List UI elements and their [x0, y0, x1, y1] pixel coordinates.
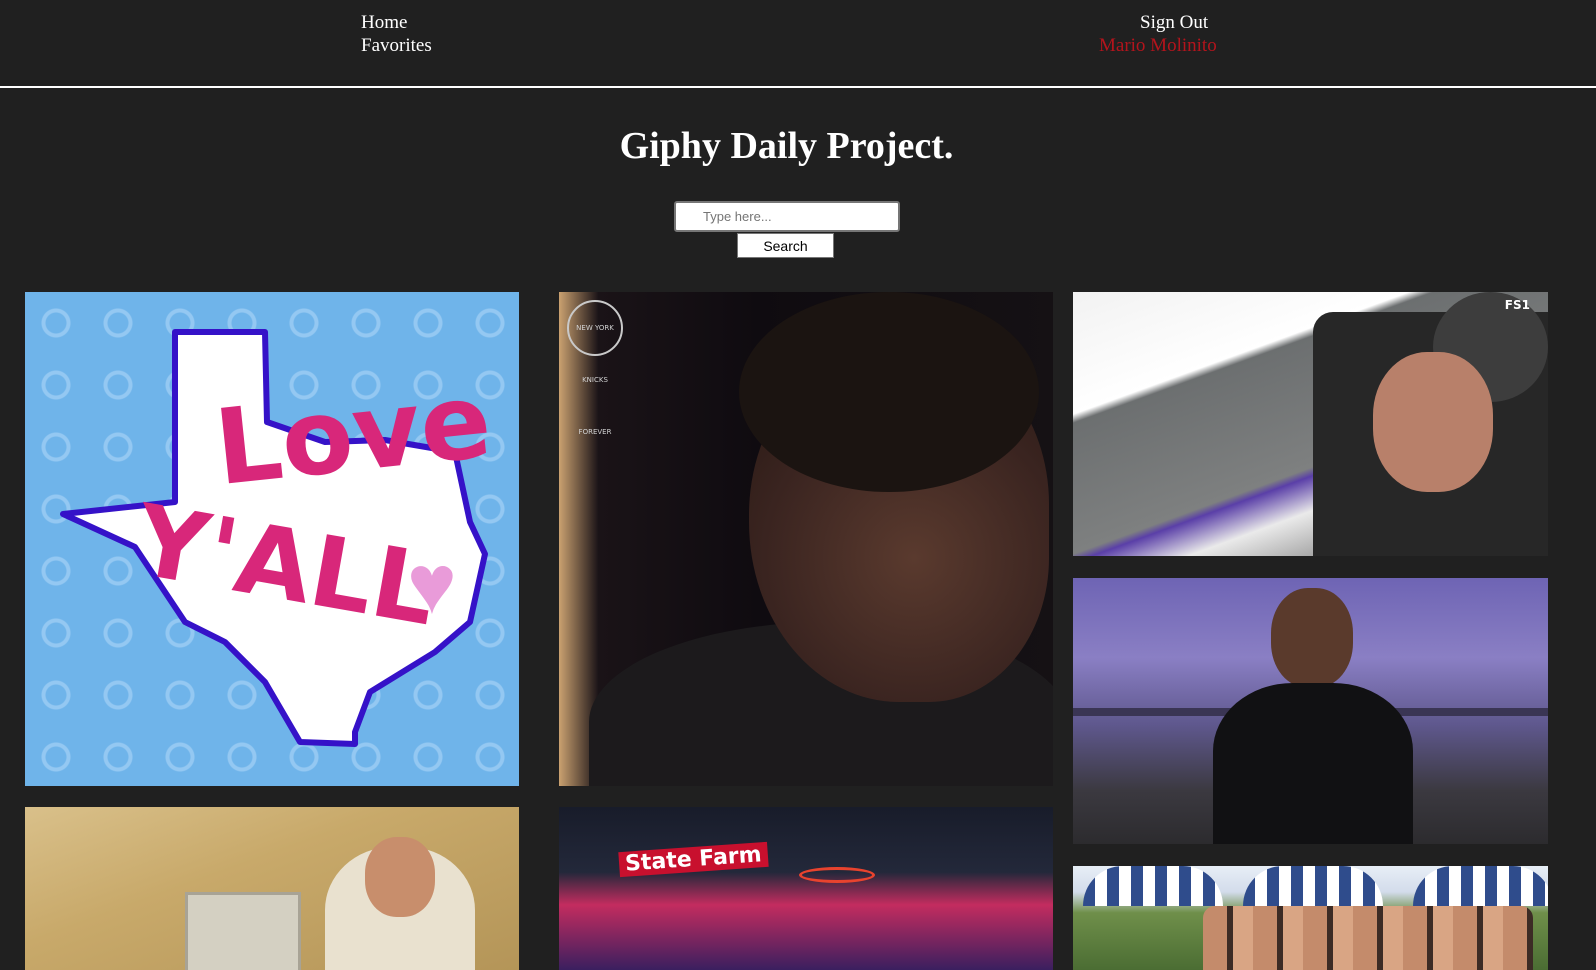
nav-favorites-link[interactable]: Favorites	[361, 34, 432, 57]
search-input[interactable]	[674, 201, 900, 232]
gif-love-yall[interactable]: Love Y'ALL ♥	[25, 292, 519, 786]
heart-icon: ♥	[407, 539, 457, 632]
driver	[1373, 352, 1493, 492]
search-button[interactable]: Search	[737, 233, 834, 258]
gif-office-man[interactable]	[25, 807, 519, 970]
gif-basketball-court[interactable]: State Farm	[559, 807, 1053, 970]
network-badge: FS1	[1504, 298, 1530, 312]
person-torso	[1213, 683, 1413, 844]
sponsor-banner: State Farm	[618, 841, 769, 878]
gif-race-car[interactable]: FS1	[1073, 292, 1548, 556]
computer-monitor	[185, 892, 301, 970]
umbrella	[1083, 866, 1223, 906]
hoop-rim	[799, 867, 875, 883]
nav-home-link[interactable]: Home	[361, 11, 407, 34]
gif-pool-party[interactable]	[1073, 866, 1548, 970]
person-face	[1271, 588, 1353, 688]
player-hair	[739, 292, 1039, 492]
umbrella	[1413, 866, 1548, 906]
gif-basketball-player[interactable]: NEW YORK KNICKS FOREVER	[559, 292, 1053, 786]
nav-user-name[interactable]: Mario Molinito	[1099, 34, 1217, 57]
nav-sign-out-link[interactable]: Sign Out	[1140, 11, 1208, 34]
page-title: Giphy Daily Project.	[619, 125, 954, 167]
love-text: Love	[209, 358, 497, 510]
gif-woman-clapping[interactable]	[1073, 578, 1548, 844]
top-nav: Home Favorites Sign Out Mario Molinito	[0, 0, 1596, 88]
man-face	[365, 837, 435, 917]
group-of-people	[1203, 906, 1533, 970]
person	[1213, 588, 1413, 844]
umbrella	[1243, 866, 1383, 906]
knicks-logo-icon: NEW YORK KNICKS FOREVER	[567, 300, 623, 436]
